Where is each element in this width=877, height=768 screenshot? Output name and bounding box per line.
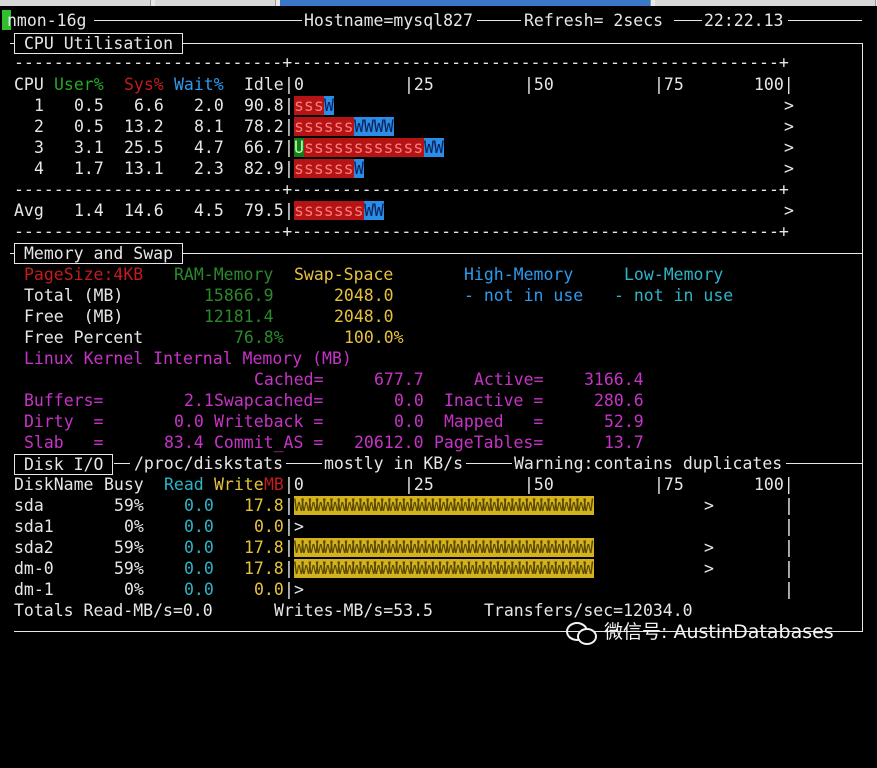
- wait-bar: W: [324, 96, 334, 115]
- cpu-dash-top: ---------------------------+------------…: [14, 53, 789, 72]
- cpu-row: 3 3.1 25.5 4.7 66.7 | U ssssssssssss WW …: [34, 138, 794, 157]
- header-line: nmon-16g Hostname=mysql827 Refresh= 2sec…: [0, 10, 877, 31]
- sys-bar: sss: [294, 96, 324, 115]
- cpu-dash-mid: ---------------------------+------------…: [14, 180, 789, 199]
- kernel-memory-title: Linux Kernel Internal Memory (MB): [24, 349, 352, 368]
- hostname: Hostname=mysql827: [304, 11, 473, 30]
- disk-busy-bar: WWWWWWWWWWWWWWWWWWWWWWWWWWWWWWWWWWWWWWWW…: [294, 496, 594, 515]
- refresh-rate: Refresh= 2secs: [524, 11, 664, 30]
- disk-row: sda 59% 0.0 17.8 | WWWWWWWWWWWWWWWWWWWWW…: [14, 496, 794, 515]
- memory-total-row: Total (MB) 15866.9 2048.0 - not in use -…: [24, 286, 734, 305]
- cpu-row: 4 1.7 13.1 2.3 82.9 | ssssss W >: [34, 159, 794, 178]
- cpu-header-row: CPU User% Sys% Wait% Idle | 0 |25 |50 |7…: [14, 75, 794, 94]
- program-name: nmon-16g: [7, 11, 87, 30]
- watermark-text: 微信号: AustinDatabases: [604, 620, 834, 643]
- terminal-screen[interactable]: nmon-16g Hostname=mysql827 Refresh= 2sec…: [0, 10, 877, 670]
- kernel-row-buffers: Buffers= 2.1 Swapcached= 0.0 Inactive = …: [24, 391, 644, 410]
- disk-busy-bar: WWWWWWWWWWWWWWWWWWWWWWWWWWWWWWWWWWWWWWWW…: [294, 538, 594, 557]
- disk-section-title: Disk I/O: [14, 454, 114, 475]
- wait-bar: WW: [364, 201, 384, 220]
- tab-1[interactable]: [0, 0, 151, 6]
- wechat-icon: [566, 620, 597, 645]
- tab-2[interactable]: [155, 0, 276, 6]
- cpu-row: 1 0.5 6.6 2.0 90.8 | sss W >: [34, 96, 794, 115]
- disk-row: sda1 0% 0.0 0.0 | > |: [14, 517, 794, 536]
- sys-bar: ssssss: [294, 159, 354, 178]
- cpu-dash-bottom: ---------------------------+------------…: [14, 222, 789, 241]
- sys-bar: ssssssssssss: [304, 138, 424, 157]
- disk-title-line: Disk I/O /proc/diskstats mostly in KB/s …: [0, 453, 877, 475]
- cpu-section-title: CPU Utilisation: [14, 33, 184, 54]
- memory-free-row: Free (MB) 12181.4 2048.0: [24, 307, 394, 326]
- user-bar: U: [294, 138, 304, 157]
- disk-busy-bar: WWWWWWWWWWWWWWWWWWWWWWWWWWWWWWWWWWWWWWWW…: [294, 559, 594, 578]
- wait-bar: WWWW: [354, 117, 394, 136]
- kernel-row-dirty: Dirty = 0.0 Writeback = 0.0 Mapped = 52.…: [24, 412, 644, 431]
- clock-time: 22:22.13: [704, 11, 784, 30]
- window-tab-strip: [0, 0, 877, 6]
- wait-bar: W: [354, 159, 364, 178]
- wechat-watermark: 微信号: AustinDatabases: [566, 618, 834, 646]
- cpu-avg-row: Avg 1.4 14.6 4.5 79.5 | sssssss WW >: [14, 201, 794, 220]
- disk-header-row: DiskName Busy Read Write MB |0 |25 |50 |…: [14, 475, 794, 494]
- sys-bar: sssssss: [294, 201, 364, 220]
- wait-bar: WW: [424, 138, 444, 157]
- tab-active[interactable]: [280, 0, 651, 6]
- memory-section-title: Memory and Swap: [14, 243, 184, 264]
- disk-row: dm-0 59% 0.0 17.8 | WWWWWWWWWWWWWWWWWWWW…: [14, 559, 794, 578]
- disk-row: sda2 59% 0.0 17.8 | WWWWWWWWWWWWWWWWWWWW…: [14, 538, 794, 557]
- cpu-row: 2 0.5 13.2 8.1 78.2 | ssssss WWWW >: [34, 117, 794, 136]
- sys-bar: ssssss: [294, 117, 354, 136]
- tab-4[interactable]: [655, 0, 876, 6]
- kernel-row-slab: Slab = 83.4 Commit_AS = 20612.0 PageTabl…: [24, 433, 644, 452]
- disk-row: dm-1 0% 0.0 0.0 | > |: [14, 580, 794, 599]
- memory-freepct-row: Free Percent 76.8% 100.0%: [24, 328, 404, 347]
- kernel-row-cached: Cached= 677.7 Active= 3166.4: [254, 370, 644, 389]
- memory-header-row: PageSize:4KB RAM-Memory Swap-Space High-…: [24, 265, 724, 284]
